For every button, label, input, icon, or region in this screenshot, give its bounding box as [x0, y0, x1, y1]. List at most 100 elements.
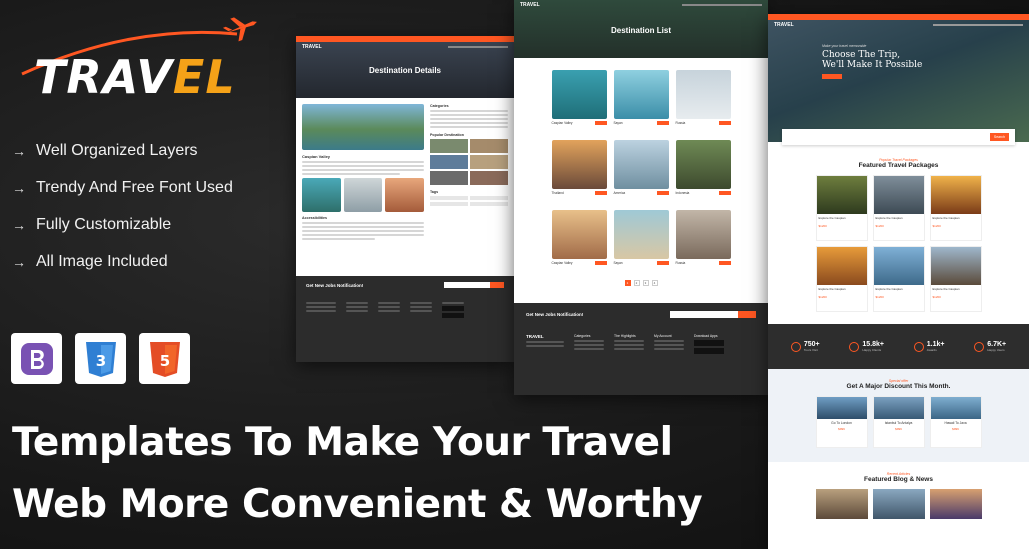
list-footer: Get New Jobs Notification! TRAVEL Catego…: [514, 303, 768, 395]
html5-icon: 5: [139, 333, 190, 384]
newsletter-title: Get New Jobs Notification!: [306, 282, 364, 288]
nav-bar: TRAVEL: [514, 0, 768, 10]
page-button[interactable]: 2: [633, 280, 640, 286]
stat-number: 6.7K+: [987, 341, 1007, 348]
feature-item: → All Image Included: [12, 243, 233, 280]
page-button[interactable]: 4: [651, 280, 658, 286]
destination-name: Russia: [675, 121, 686, 125]
package-title: Explore the Caspian: [818, 287, 846, 291]
stat-label: Tours Visit: [803, 348, 818, 352]
destination-card[interactable]: Caspian Valley: [551, 70, 607, 134]
hero-tagline: Make your travel memorable: [822, 44, 867, 48]
package-card[interactable]: Explore the Caspian $1200: [929, 246, 982, 312]
stat-icon: [913, 341, 924, 352]
stat-item: 750+ Tours Visit: [790, 341, 820, 352]
blog-card[interactable]: [929, 489, 982, 519]
discount-title: Istanbul To Antalya: [884, 421, 913, 425]
footer-col-title: The Highlights: [614, 334, 636, 338]
pagination: 1 2 3 4: [514, 280, 768, 286]
logo-accent-text: EL: [172, 50, 236, 104]
package-card[interactable]: Explore the Caspian $1200: [815, 246, 868, 312]
destination-card[interactable]: Thailand: [551, 140, 607, 204]
search-button[interactable]: Search: [989, 133, 1009, 141]
discount-card[interactable]: Hawaii To Java $999: [929, 396, 982, 448]
main-image: [302, 104, 424, 150]
newsletter-input[interactable]: [444, 282, 504, 288]
blog-title: Featured Blog & News: [864, 476, 933, 483]
packages-section: Popular Travel Packages Featured Travel …: [768, 142, 1029, 312]
destination-name: Russia: [675, 261, 686, 265]
details-main: Caspian Valley Accessibilities: [302, 104, 425, 242]
package-title: Explore the Caspian: [932, 287, 960, 291]
list-hero-title: Destination List: [610, 26, 671, 35]
stat-label: Happy Users: [987, 348, 1005, 352]
amenities-title: Accessibilities: [302, 216, 327, 220]
destination-card[interactable]: Russia: [675, 70, 731, 134]
headline: Templates To Make Your Travel Web More C…: [12, 412, 752, 536]
discount-price: $999: [952, 427, 959, 431]
nav-links: [682, 4, 762, 6]
discount-card[interactable]: Istanbul To Antalya $999: [872, 396, 925, 448]
arrow-right-icon: →: [12, 216, 26, 233]
footer-col-title: Categories: [574, 334, 591, 338]
discount-price: $999: [838, 427, 845, 431]
preview-home: TRAVEL Make your travel memorable Choose…: [768, 14, 1029, 549]
page-button[interactable]: 3: [642, 280, 649, 286]
destination-grid: Caspian Valley Sayan Russia Thailand Ame…: [514, 70, 768, 274]
css3-icon: 3: [75, 333, 126, 384]
gallery-row: [302, 178, 425, 212]
destination-card[interactable]: America: [613, 140, 669, 204]
sidebar-popular: Popular Destination: [430, 133, 464, 137]
package-card[interactable]: Explore the Caspian $1200: [929, 175, 982, 241]
nav-links: [933, 24, 1023, 26]
page-button[interactable]: 1: [624, 280, 631, 286]
destination-card[interactable]: Sayan: [613, 210, 669, 274]
sidebar-tags: Tags: [430, 190, 439, 194]
home-hero: TRAVEL Make your travel memorable Choose…: [768, 20, 1029, 145]
preview-destination-details: TRAVEL Destination Details Caspian Valle…: [296, 36, 514, 362]
newsletter-input[interactable]: [670, 311, 756, 318]
destination-name: America: [613, 191, 626, 195]
svg-text:3: 3: [95, 352, 105, 370]
package-card[interactable]: Explore the Caspian $1200: [815, 175, 868, 241]
destination-card[interactable]: Indonesia: [675, 140, 731, 204]
nav-bar: TRAVEL: [296, 42, 514, 52]
details-footer: Get New Jobs Notification!: [296, 276, 514, 362]
stat-icon: [849, 341, 860, 352]
footer-col-title: Download Apps: [694, 334, 718, 338]
destination-card[interactable]: Sayan: [613, 70, 669, 134]
package-price: $1200: [875, 224, 884, 228]
discount-card[interactable]: Go To London $999: [815, 396, 868, 448]
package-price: $1200: [818, 224, 827, 228]
feature-label: Well Organized Layers: [36, 141, 198, 159]
arrow-right-icon: →: [12, 253, 26, 270]
nav-links: [448, 46, 508, 48]
blog-card[interactable]: [872, 489, 925, 519]
package-price: $1200: [818, 295, 827, 299]
logo-wordmark: TRAVEL: [34, 50, 236, 104]
headline-line-2: Web More Convenient & Worthy: [12, 482, 703, 527]
sidebar-categories: Categories: [430, 104, 449, 108]
package-price: $1200: [875, 295, 884, 299]
feature-label: Trendy And Free Font Used: [36, 178, 233, 196]
headline-line-1: Templates To Make Your Travel: [12, 420, 673, 465]
blog-card[interactable]: [815, 489, 868, 519]
destination-name: Indonesia: [675, 191, 690, 195]
stat-label: Happy Clients: [862, 348, 882, 352]
package-grid: Explore the Caspian $1200 Explore the Cas…: [768, 175, 1029, 312]
package-title: Explore the Caspian: [875, 287, 903, 291]
search-bar[interactable]: Search: [782, 129, 1015, 145]
feature-label: Fully Customizable: [36, 215, 172, 233]
newsletter-title: Get New Jobs Notification!: [526, 312, 584, 317]
destination-card[interactable]: Caspian Valley: [551, 210, 607, 274]
package-card[interactable]: Explore the Caspian $1200: [872, 175, 925, 241]
hero-cta-button[interactable]: [822, 74, 842, 79]
stat-item: 1.1k+ Awards: [913, 341, 944, 352]
feature-list: → Well Organized Layers → Trendy And Fre…: [12, 132, 233, 280]
destination-card[interactable]: Russia: [675, 210, 731, 274]
arrow-right-icon: →: [12, 179, 26, 196]
footer-col-title: My Account: [654, 334, 672, 338]
package-card[interactable]: Explore the Caspian $1200: [872, 246, 925, 312]
list-hero: TRAVEL Destination List: [514, 0, 768, 58]
destination-name: Caspian Valley: [551, 261, 573, 265]
